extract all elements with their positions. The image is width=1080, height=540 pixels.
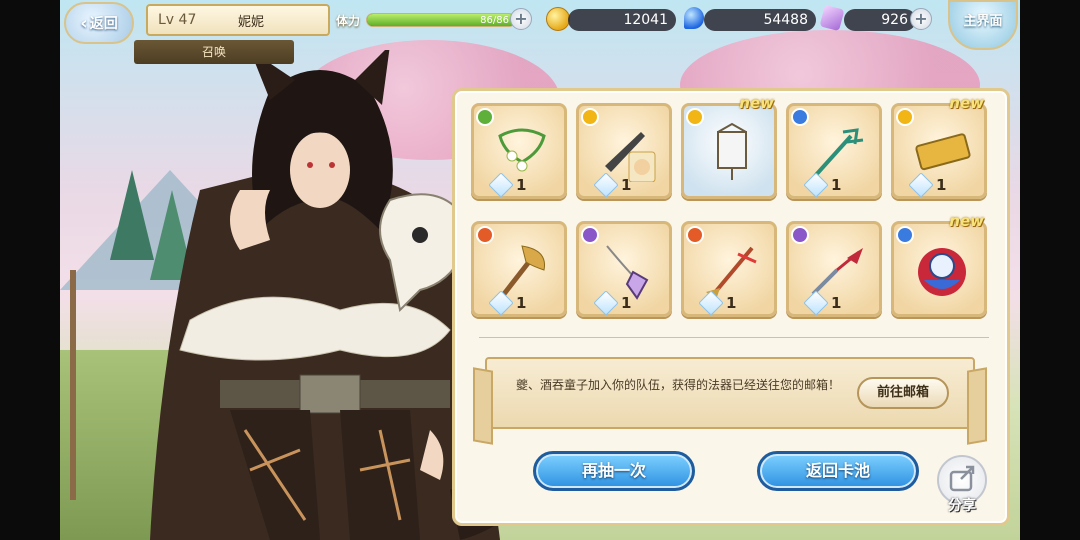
item-count: 1: [593, 172, 632, 198]
player-info: Lv 47 妮妮: [146, 4, 330, 36]
item-count-value: 1: [516, 176, 527, 194]
item-count-value: 1: [621, 176, 632, 194]
result-item-slot[interactable]: 1: [576, 103, 672, 199]
item-count-value: 1: [831, 294, 842, 312]
back-label: 返回: [89, 16, 118, 32]
summon-results-panel: 1 1 new 1 new 1 1 1 1 1 new 夔、酒吞童子加入你的队伍，获得的法器已经送往…: [452, 88, 1010, 526]
result-item-slot[interactable]: new 1: [891, 94, 987, 199]
lantern-box-icon: [717, 122, 747, 180]
stamina-bar: 86/86: [366, 13, 516, 27]
result-item-slot[interactable]: 1: [786, 221, 882, 317]
item-count: 1: [698, 290, 737, 316]
item-count-value: 1: [621, 294, 632, 312]
gold-amount: 12041: [568, 9, 676, 31]
crystal-icon: [819, 4, 845, 32]
item-count: 1: [593, 290, 632, 316]
screen-title: 召唤: [134, 40, 294, 64]
shard-icon: [698, 290, 724, 316]
item-count-value: 1: [726, 294, 737, 312]
stamina-value: 86/86: [480, 15, 509, 26]
stamina-label: 体力: [336, 13, 361, 28]
back-to-pool-button[interactable]: 返回卡池: [757, 451, 919, 491]
notice-message: 夔、酒吞童子加入你的队伍，获得的法器已经送往您的邮箱！: [515, 378, 840, 392]
item-count: 1: [908, 172, 947, 198]
result-item-slot[interactable]: new: [891, 212, 987, 317]
blue-gem-amount: 54488: [704, 9, 816, 31]
new-badge: new: [949, 212, 984, 230]
result-item-slot[interactable]: 1: [576, 221, 672, 317]
go-to-mailbox-button[interactable]: 前往邮箱: [857, 377, 949, 409]
item-count: 1: [488, 172, 527, 198]
add-stamina-button[interactable]: +: [510, 8, 532, 30]
stamina-meter: 体力 86/86: [336, 8, 536, 32]
shard-icon: [593, 290, 619, 316]
new-badge: new: [739, 94, 774, 112]
item-count-value: 1: [936, 176, 947, 194]
player-level: Lv 47: [158, 12, 197, 28]
shard-icon: [908, 172, 934, 198]
shard-icon: [488, 172, 514, 198]
item-count: 1: [488, 290, 527, 316]
blue-gem-icon: [684, 7, 704, 29]
notice-scroll: 夔、酒吞童子加入你的队伍，获得的法器已经送往您的邮箱！ 前往邮箱: [485, 357, 975, 429]
chevron-left-icon: ‹: [80, 12, 88, 34]
crystal-amount: 926: [844, 9, 916, 31]
top-bar: ‹ 返回 Lv 47 妮妮 召唤 体力 86/86 + 12041 54488 …: [60, 0, 1020, 64]
shard-icon: [488, 290, 514, 316]
shard-icon: [803, 172, 829, 198]
result-item-slot[interactable]: 1: [786, 103, 882, 199]
result-item-slot[interactable]: 1: [471, 221, 567, 317]
result-item-slot[interactable]: 1: [471, 103, 567, 199]
player-name: 妮妮: [238, 14, 265, 30]
result-item-slot[interactable]: new: [681, 94, 777, 199]
character-portrait-icon: [918, 248, 966, 296]
item-count: 1: [803, 172, 842, 198]
share-label: 分享: [948, 498, 976, 514]
shard-icon: [803, 290, 829, 316]
letterbox-left: [0, 0, 60, 540]
letterbox-right: [1020, 0, 1080, 540]
draw-again-button[interactable]: 再抽一次: [533, 451, 695, 491]
new-badge: new: [949, 94, 984, 112]
gold-coin-icon: [546, 7, 570, 31]
shard-icon: [593, 172, 619, 198]
back-button[interactable]: ‹ 返回: [64, 2, 134, 44]
add-crystal-button[interactable]: +: [910, 8, 932, 30]
home-button[interactable]: 主界面: [948, 0, 1018, 50]
divider: [479, 337, 989, 338]
item-count-value: 1: [831, 176, 842, 194]
result-item-slot[interactable]: 1: [681, 221, 777, 317]
item-count-value: 1: [516, 294, 527, 312]
item-count: 1: [803, 290, 842, 316]
fence-post-decor: [70, 270, 76, 500]
